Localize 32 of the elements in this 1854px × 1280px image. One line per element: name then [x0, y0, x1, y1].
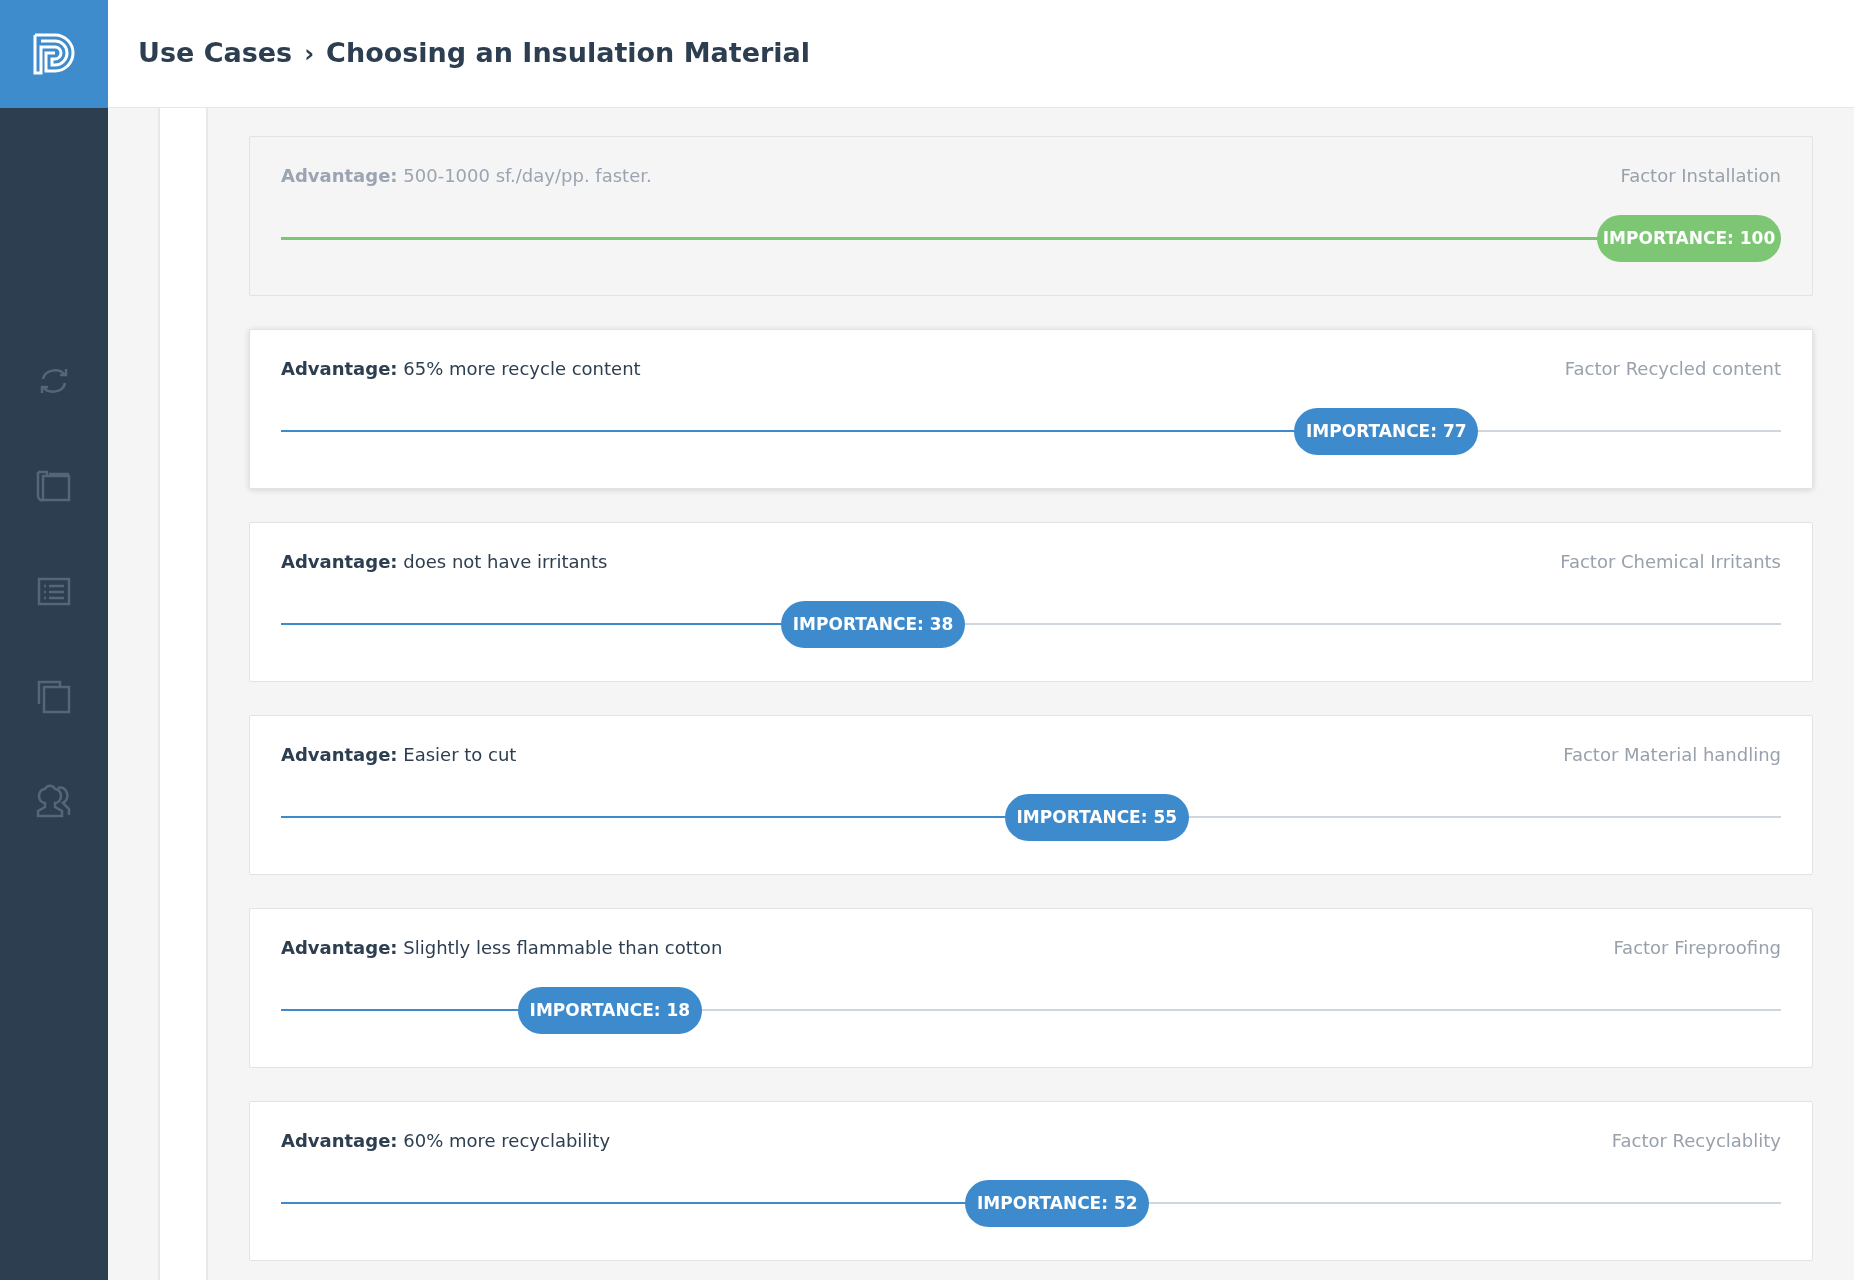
- importance-handle[interactable]: IMPORTANCE: 55: [1004, 794, 1189, 841]
- factor-label: Factor Fireproofing: [1613, 936, 1781, 960]
- users-icon[interactable]: [35, 783, 73, 819]
- advantage-text: Advantage: 500-1000 sf./day/pp. faster.: [281, 164, 652, 188]
- factor-label: Factor Material handling: [1563, 743, 1781, 767]
- importance-handle[interactable]: IMPORTANCE: 52: [965, 1180, 1150, 1227]
- importance-slider[interactable]: IMPORTANCE: 100: [281, 215, 1781, 262]
- importance-slider[interactable]: IMPORTANCE: 18: [281, 987, 1781, 1034]
- importance-slider[interactable]: IMPORTANCE: 52: [281, 1180, 1781, 1227]
- advantage-text: Advantage: 65% more recycle content: [281, 357, 641, 381]
- factor-label: Factor Installation: [1620, 164, 1781, 188]
- logo-icon: [31, 31, 77, 77]
- importance-slider[interactable]: IMPORTANCE: 55: [281, 794, 1781, 841]
- advantage-text: Advantage: Slightly less flammable than cotton: [281, 936, 723, 960]
- folder-icon[interactable]: [35, 468, 73, 504]
- copy-icon[interactable]: [35, 678, 73, 714]
- factor-label: Factor Recyclablity: [1611, 1129, 1781, 1153]
- factor-label: Factor Recycled content: [1564, 357, 1781, 381]
- logo[interactable]: [0, 0, 108, 108]
- importance-handle[interactable]: IMPORTANCE: 100: [1597, 215, 1781, 262]
- importance-handle[interactable]: IMPORTANCE: 38: [781, 601, 966, 648]
- advantage-text: Advantage: does not have irritants: [281, 550, 608, 574]
- breadcrumb-link[interactable]: Use Cases: [138, 33, 293, 74]
- breadcrumb-separator: ›: [304, 38, 315, 70]
- importance-slider[interactable]: IMPORTANCE: 77: [281, 408, 1781, 455]
- importance-handle[interactable]: IMPORTANCE: 18: [517, 987, 702, 1034]
- importance-handle[interactable]: IMPORTANCE: 77: [1294, 408, 1479, 455]
- importance-slider[interactable]: IMPORTANCE: 38: [281, 601, 1781, 648]
- advantage-text: Advantage: 60% more recyclability: [281, 1129, 611, 1153]
- advantage-text: Advantage: Easier to cut: [281, 743, 517, 767]
- page-title: Choosing an Insulation Material: [326, 36, 811, 71]
- factor-label: Factor Chemical Irritants: [1560, 550, 1781, 574]
